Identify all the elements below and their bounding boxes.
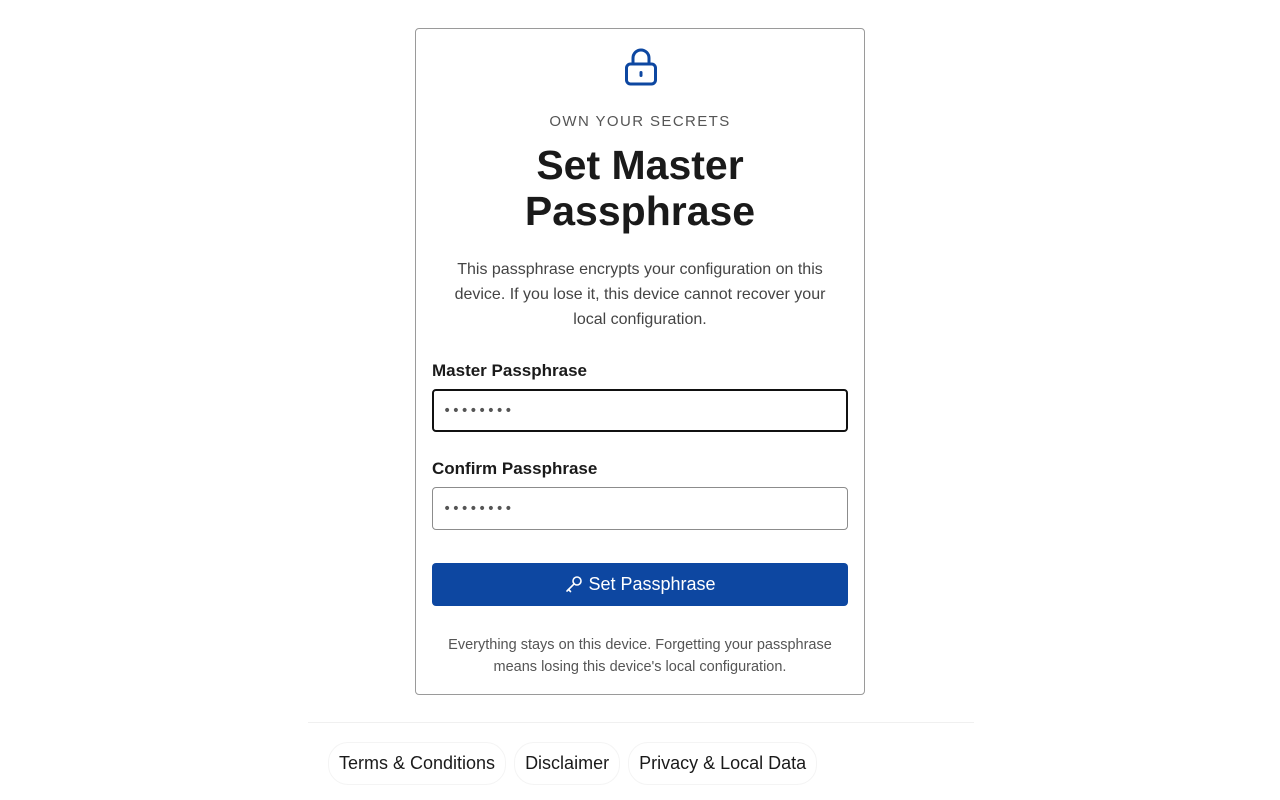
master-passphrase-input[interactable] (432, 389, 848, 432)
lock-icon (625, 48, 657, 86)
set-passphrase-button[interactable]: Set Passphrase (432, 563, 848, 606)
confirm-passphrase-label: Confirm Passphrase (432, 459, 598, 478)
footer-divider (308, 722, 974, 723)
passphrase-card: OWN YOUR SECRETS Set Master Passphrase T… (415, 28, 865, 695)
terms-link[interactable]: Terms & Conditions (328, 742, 507, 785)
description-text: This passphrase encrypts your configurat… (454, 261, 826, 328)
master-passphrase-label: Master Passphrase (432, 361, 587, 380)
footnote-text: Everything stays on this device. Forgett… (448, 637, 832, 675)
key-icon (566, 575, 583, 592)
disclaimer-link[interactable]: Disclaimer (514, 742, 621, 785)
privacy-link[interactable]: Privacy & Local Data (628, 742, 818, 785)
page-title: Set Master Passphrase (524, 142, 756, 234)
eyebrow-text: OWN YOUR SECRETS (549, 113, 731, 130)
footer-nav: Terms & Conditions Disclaimer Privacy & … (328, 742, 818, 785)
set-passphrase-label: Set Passphrase (588, 574, 716, 594)
confirm-passphrase-input[interactable] (432, 487, 848, 530)
